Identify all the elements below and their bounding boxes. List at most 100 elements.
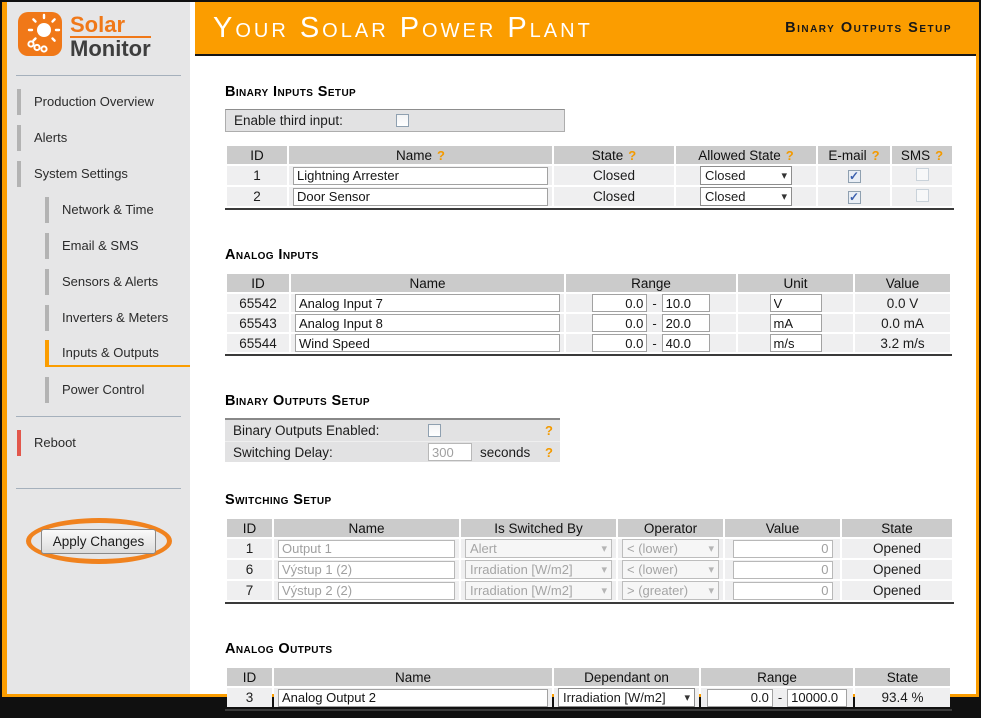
output-name-input [278,582,455,600]
solar-monitor-sun-icon [17,11,63,62]
range-min-input[interactable] [592,334,647,352]
switched-by-select: Alert▾ [465,539,612,558]
apply-changes-area: Apply Changes [7,513,190,569]
range-min-input[interactable] [592,294,647,312]
binary-input-name-input[interactable] [293,188,548,206]
enable-third-input-checkbox[interactable] [396,114,409,127]
chevron-down-icon: ▾ [601,584,607,597]
cell-value: 3.2 m/s [855,334,950,352]
help-icon[interactable]: ? [545,423,553,438]
sidebar-divider [16,75,181,76]
table-row: 2 Closed Closed▾ ✓ [227,187,952,206]
analog-input-name-input[interactable] [295,334,560,352]
section-heading-binary-outputs: Binary Outputs Setup [225,393,976,409]
sidebar-item-reboot[interactable]: Reboot [17,429,190,456]
chevron-down-icon: ▾ [708,542,714,555]
col-header-id: ID [227,146,287,164]
table-row: 7 Irradiation [W/m2]▾ > (greater)▾ Opene… [227,581,952,600]
logo[interactable]: Solar Monitor [7,2,190,62]
col-header-email: E-mail? [818,146,890,164]
help-icon[interactable]: ? [935,148,943,163]
sidebar-divider [16,488,181,489]
chevron-down-icon: ▾ [708,563,714,576]
nav-marker-active [45,340,49,366]
col-header-unit: Unit [738,274,853,292]
email-checkbox[interactable]: ✓ [848,191,861,204]
help-icon[interactable]: ? [628,148,636,163]
col-header-state: State [842,519,952,537]
enable-third-input-label: Enable third input: [234,113,396,128]
sidebar-item-email-sms[interactable]: Email & SMS [45,232,190,259]
sidebar-item-inverters-meters[interactable]: Inverters & Meters [45,304,190,331]
chevron-down-icon: ▾ [601,563,607,576]
sidebar-item-sensors-alerts[interactable]: Sensors & Alerts [45,268,190,295]
unit-input[interactable] [770,294,822,312]
binary-outputs-box: Binary Outputs Enabled: ? Switching Dela… [225,418,560,462]
section-heading-analog-inputs: Analog Inputs [225,247,976,263]
unit-input[interactable] [770,334,822,352]
col-header-dependant: Dependant on [554,668,699,686]
cell-state: Opened [842,539,952,558]
switching-delay-label: Switching Delay: [233,445,428,460]
allowed-state-select[interactable]: Closed▾ [700,166,792,185]
sidebar-item-production-overview[interactable]: Production Overview [17,88,190,115]
operator-select: > (greater)▾ [622,581,719,600]
col-header-operator: Operator [618,519,723,537]
sidebar-item-alerts[interactable]: Alerts [17,124,190,151]
cell-state: Closed [554,166,674,185]
table-row: 1 Alert▾ < (lower)▾ Opened [227,539,952,558]
binary-outputs-enabled-row: Binary Outputs Enabled: ? [225,420,560,441]
binary-inputs-table: ID Name? State? Allowed State? E-mail? S… [225,144,954,210]
col-header-id: ID [227,274,289,292]
help-icon[interactable]: ? [786,148,794,163]
analog-output-name-input[interactable] [278,689,548,707]
app-window: Solar Monitor Production Overview Alerts… [2,2,979,697]
analog-input-name-input[interactable] [295,314,560,332]
range-min-input[interactable] [707,689,773,707]
output-name-input [278,561,455,579]
sidebar-item-power-control[interactable]: Power Control [45,376,190,403]
content: Binary Inputs Setup Enable third input: … [195,84,976,718]
sidebar-item-inputs-outputs[interactable]: Inputs & Outputs [45,340,190,367]
switched-by-select: Irradiation [W/m2]▾ [465,560,612,579]
range-max-input[interactable] [662,314,710,332]
chevron-down-icon: ▾ [781,169,787,182]
cell-state: Closed [554,187,674,206]
sidebar-item-network-time[interactable]: Network & Time [45,196,190,223]
page-title: Binary Outputs Setup [785,20,952,36]
range-min-input[interactable] [592,314,647,332]
operator-select: < (lower)▾ [622,539,719,558]
sidebar-divider [16,416,181,417]
binary-input-name-input[interactable] [293,167,548,185]
email-checkbox[interactable]: ✓ [848,170,861,183]
range-max-input[interactable] [662,334,710,352]
nav-marker [17,89,21,115]
unit-input[interactable] [770,314,822,332]
table-row: 65543 - 0.0 mA [227,314,950,332]
binary-outputs-enabled-label: Binary Outputs Enabled: [233,423,428,438]
help-icon[interactable]: ? [545,445,553,460]
col-header-name: Name [274,668,552,686]
switching-delay-input [428,443,472,461]
allowed-state-select[interactable]: Closed▾ [700,187,792,206]
sidebar: Solar Monitor Production Overview Alerts… [7,2,190,694]
analog-input-name-input[interactable] [295,294,560,312]
nav-marker [17,125,21,151]
value-input [733,582,833,600]
help-icon[interactable]: ? [437,148,445,163]
cell-id: 6 [227,560,272,579]
dependant-on-select[interactable]: Irradiation [W/m2]▾ [558,688,695,707]
binary-outputs-enabled-checkbox[interactable] [428,424,441,437]
sms-checkbox [916,189,929,202]
col-header-switched-by: Is Switched By [461,519,616,537]
sidebar-item-system-settings[interactable]: System Settings [17,160,190,187]
apply-changes-button[interactable]: Apply Changes [41,529,157,554]
range-max-input[interactable] [662,294,710,312]
help-icon[interactable]: ? [872,148,880,163]
col-header-state: State? [554,146,674,164]
col-header-id: ID [227,519,272,537]
table-row: 3 Irradiation [W/m2]▾ - 93.4 % [227,688,950,707]
nav-marker [45,233,49,259]
range-max-input[interactable] [787,689,847,707]
top-header: Your Solar Power Plant Binary Outputs Se… [195,2,976,56]
